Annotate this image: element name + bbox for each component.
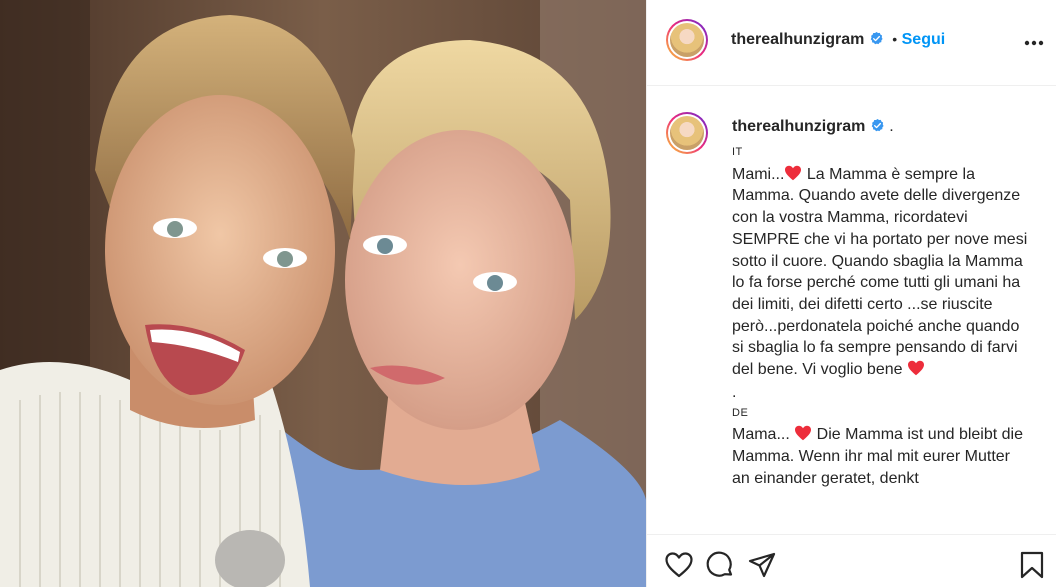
caption-it-body: La Mamma è sempre la Mamma. Quando avete… xyxy=(732,165,1032,379)
caption-text-it: Mami... La Mamma è sempre la Mamma. Quan… xyxy=(732,164,1032,381)
red-heart-emoji-icon xyxy=(795,426,812,441)
language-label-de: DE xyxy=(732,407,749,420)
post-side-panel: therealhunzigram • Segui therealhunzigra… xyxy=(646,0,1056,587)
avatar[interactable] xyxy=(666,19,708,61)
caption-text-de: Mama... Die Mamma ist und bleibt die Mam… xyxy=(732,424,1032,489)
comment-icon[interactable] xyxy=(705,550,735,580)
header-separator: • xyxy=(892,31,898,47)
follow-button[interactable]: Segui xyxy=(902,31,946,48)
bookmark-icon[interactable] xyxy=(1017,550,1047,580)
language-label-it: IT xyxy=(732,145,743,158)
heart-outline-icon[interactable] xyxy=(664,550,694,580)
caption-verified-badge-icon xyxy=(871,118,884,132)
red-heart-emoji-icon xyxy=(907,360,924,376)
caption-it-intro: Mami... xyxy=(732,165,785,183)
caption-user-line: therealhunzigram . xyxy=(732,116,1032,138)
post-header: therealhunzigram • Segui xyxy=(647,0,1056,86)
paper-plane-icon[interactable] xyxy=(747,550,777,580)
red-heart-emoji-icon xyxy=(785,165,802,180)
more-options-icon[interactable] xyxy=(1021,30,1047,56)
instagram-post: therealhunzigram • Segui therealhunzigra… xyxy=(0,0,1056,587)
avatar-image xyxy=(670,23,704,57)
post-photo-illustration xyxy=(0,0,646,587)
caption-area[interactable]: therealhunzigram . IT Mami... La Mamma è… xyxy=(647,87,1056,534)
action-bar xyxy=(647,534,1056,587)
caption-avatar-image xyxy=(670,116,704,150)
caption-de-intro: Mama... xyxy=(732,426,795,444)
header-username[interactable]: therealhunzigram xyxy=(731,31,864,48)
caption-dot: . xyxy=(889,118,894,135)
caption-avatar[interactable] xyxy=(666,112,708,154)
post-photo[interactable] xyxy=(0,0,646,587)
caption-username[interactable]: therealhunzigram xyxy=(732,118,865,135)
caption-body: therealhunzigram . IT Mami... La Mamma è… xyxy=(732,116,1032,490)
header-user-line: therealhunzigram • Segui xyxy=(731,31,945,49)
caption-separator-dot: . xyxy=(732,383,737,401)
verified-badge-icon xyxy=(870,31,883,45)
